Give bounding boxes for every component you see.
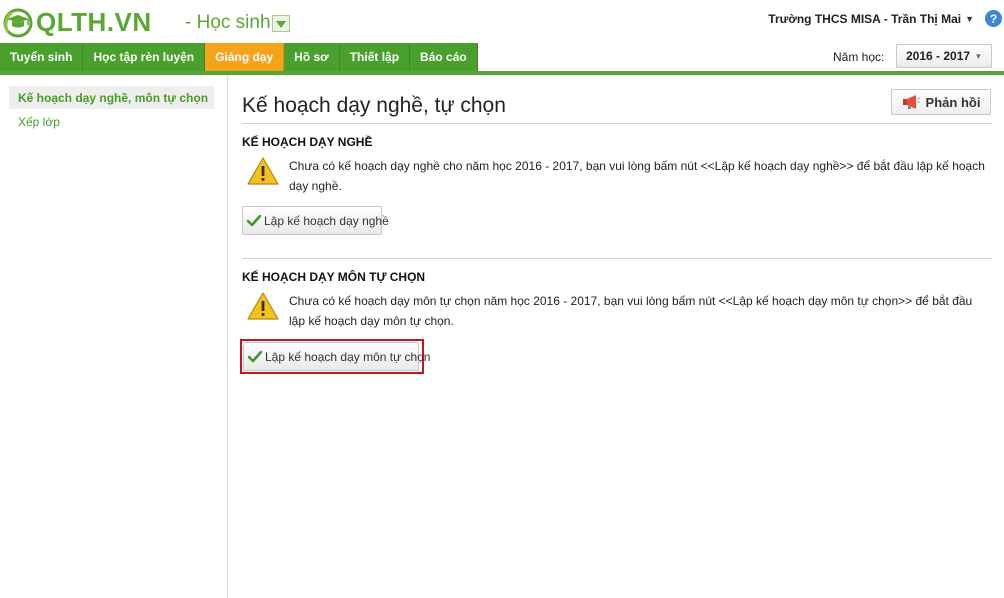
caret-down-icon: ▼ <box>965 14 974 24</box>
message-day-nghe: Chưa có kế hoạch dạy nghề cho năm học 20… <box>289 159 985 193</box>
app-name: - Học sinh <box>185 12 271 33</box>
page-title: Kế hoạch dạy nghề, tự chọn <box>242 94 506 117</box>
tab-tuyen-sinh[interactable]: Tuyển sinh <box>0 43 84 71</box>
feedback-button[interactable]: Phản hồi <box>891 89 991 115</box>
button-label: Lập kế hoạch dạy nghề <box>264 213 389 228</box>
sidebar: Kế hoạch dạy nghề, môn tự chọn Xếp lớp <box>0 75 228 598</box>
sidebar-item-ke-hoach[interactable]: Kế hoạch dạy nghề, môn tự chọn <box>9 86 214 109</box>
warning-icon <box>247 291 279 321</box>
app-switcher-dropdown[interactable] <box>272 15 290 32</box>
chevron-down-icon: ▾ <box>976 50 981 61</box>
logo-icon <box>2 6 34 38</box>
section-title-day-nghe: KẾ HOẠCH DẠY NGHỀ <box>242 135 373 149</box>
feedback-label: Phản hồi <box>925 94 981 110</box>
tab-giang-day[interactable]: Giảng dạy <box>205 43 285 71</box>
tab-thiet-lap[interactable]: Thiết lập <box>339 43 411 71</box>
logo[interactable]: QLTH.VN <box>2 6 152 38</box>
main-nav: Tuyển sinh Học tập rèn luyện Giảng dạy H… <box>0 43 1004 75</box>
button-label: Lập kế hoạch dạy môn tự chọn <box>265 349 431 364</box>
help-icon[interactable]: ? <box>985 10 1002 27</box>
tab-hoc-tap-ren-luyen[interactable]: Học tập rèn luyện <box>83 43 206 71</box>
section-divider <box>242 258 992 259</box>
check-icon <box>247 214 261 227</box>
logo-text: QLTH.VN <box>36 6 152 37</box>
user-menu[interactable]: Trường THCS MISA - Trần Thị Mai ▼ <box>768 12 974 26</box>
tab-ho-so[interactable]: Hồ sơ <box>284 43 340 71</box>
section-title-mon-tu-chon: KẾ HOẠCH DẠY MÔN TỰ CHỌN <box>242 270 426 284</box>
lap-ke-hoach-day-nghe-button[interactable]: Lập kế hoạch dạy nghề <box>242 206 389 235</box>
message-mon-tu-chon: Chưa có kế hoạch dạy môn tự chọn năm học… <box>289 294 973 328</box>
title-divider <box>242 123 992 124</box>
app-header: QLTH.VN - Học sinh Trường THCS MISA - Tr… <box>0 0 1004 44</box>
sidebar-item-xep-lop[interactable]: Xếp lớp <box>9 110 214 133</box>
lap-ke-hoach-mon-tu-chon-button[interactable]: Lập kế hoạch dạy môn tự chọn <box>243 342 430 371</box>
megaphone-icon <box>902 95 920 109</box>
nav-tabs: Tuyển sinh Học tập rèn luyện Giảng dạy H… <box>0 43 478 71</box>
dropdown-arrow-icon <box>276 17 286 31</box>
tab-bao-cao[interactable]: Báo cáo <box>410 43 478 71</box>
check-icon <box>248 350 262 363</box>
school-year-label: Năm học: <box>833 50 885 64</box>
school-year-select[interactable]: 2016 - 2017 ▾ <box>896 44 992 68</box>
school-year-value: 2016 - 2017 <box>906 49 971 63</box>
warning-icon <box>247 156 279 186</box>
user-label: Trường THCS MISA - Trần Thị Mai <box>768 12 962 26</box>
